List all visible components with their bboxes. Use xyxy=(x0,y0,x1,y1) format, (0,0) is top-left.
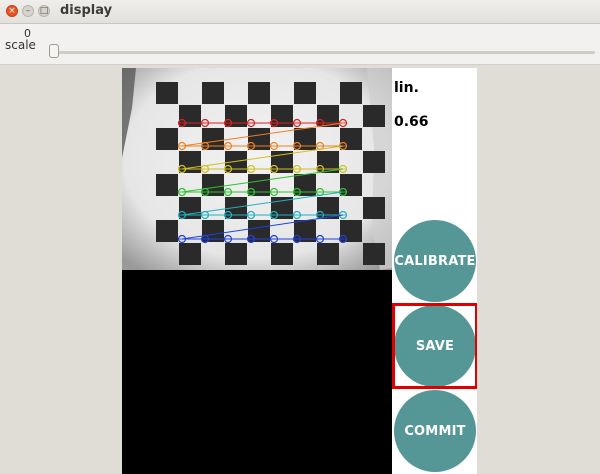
scale-slider-handle[interactable] xyxy=(49,44,59,58)
checker-square xyxy=(271,243,293,265)
checker-square xyxy=(179,151,201,173)
checker-square xyxy=(202,82,224,104)
checker-square xyxy=(340,82,362,104)
display-canvas: lin. 0.66 CALIBRATE SAVE COMMIT xyxy=(122,68,477,474)
scale-slider-track[interactable] xyxy=(52,51,595,54)
video-background xyxy=(122,270,392,474)
checker-square xyxy=(248,82,270,104)
checker-square xyxy=(225,243,247,265)
checker-square xyxy=(294,128,316,150)
title-bar: × – □ display xyxy=(0,0,600,24)
trackbar-panel: scale 0 xyxy=(0,24,600,65)
minimize-icon[interactable]: – xyxy=(22,5,34,17)
close-icon[interactable]: × xyxy=(6,5,18,17)
checker-square xyxy=(179,243,201,265)
checker-square xyxy=(294,82,316,104)
checker-square xyxy=(202,174,224,196)
checker-square xyxy=(294,174,316,196)
checker-square xyxy=(156,174,178,196)
commit-button[interactable]: COMMIT xyxy=(394,390,476,472)
checker-square xyxy=(248,174,270,196)
checker-square xyxy=(363,243,385,265)
checker-square xyxy=(363,197,385,219)
checker-square xyxy=(202,128,224,150)
hud-line-1: lin. xyxy=(394,80,419,96)
checker-square xyxy=(317,243,339,265)
checker-square xyxy=(156,128,178,150)
checker-square xyxy=(248,128,270,150)
maximize-icon[interactable]: □ xyxy=(38,5,50,17)
calibrate-button[interactable]: CALIBRATE xyxy=(394,220,476,302)
checker-square xyxy=(225,105,247,127)
scale-label: scale xyxy=(5,38,36,52)
hud-line-2: 0.66 xyxy=(394,114,429,130)
save-highlight-frame xyxy=(392,303,477,389)
checker-square xyxy=(179,197,201,219)
checker-square xyxy=(363,105,385,127)
checker-square xyxy=(179,105,201,127)
checker-square xyxy=(156,82,178,104)
checker-square xyxy=(271,105,293,127)
camera-frame xyxy=(122,68,392,270)
window-title: display xyxy=(60,3,113,18)
checker-square xyxy=(340,128,362,150)
checker-square xyxy=(340,174,362,196)
checker-square xyxy=(156,220,178,242)
checker-square xyxy=(363,151,385,173)
scale-value: 0 xyxy=(24,27,31,40)
